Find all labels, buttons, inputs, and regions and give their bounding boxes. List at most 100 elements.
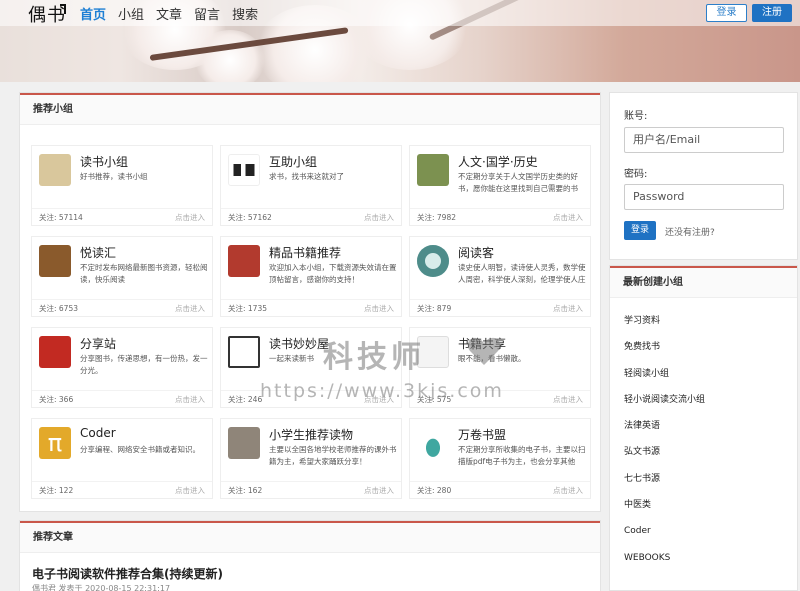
enter-group-link[interactable]: 点击进入	[553, 485, 583, 496]
group-card[interactable]: 书籍共享眼不能，看书懒散。关注: 575 点击进入	[409, 327, 591, 408]
group-name[interactable]: 读书妙妙屋	[269, 335, 329, 352]
group-card-footer: 关注: 7982 点击进入	[410, 208, 590, 225]
newest-group-link[interactable]: 免费找书	[610, 334, 797, 360]
newest-group-link[interactable]: 学习资料	[610, 308, 797, 334]
follower-count: 关注: 246	[228, 395, 263, 404]
account-label: 账号:	[624, 111, 648, 122]
login-panel: 账号: 用户名/Email 密码: Password 登录 还没有注册?	[609, 92, 798, 260]
group-description: 不定期分享所收集的电子书，主要以扫描版pdf电子书为主，也会分享其他	[458, 445, 586, 466]
group-card-footer: 关注: 366 点击进入	[32, 390, 212, 407]
newest-groups-panel: 最新创建小组 学习资料 免费找书 轻阅读小组 轻小说阅读交流小组 法律英语 弘文书源 七七书…	[609, 265, 798, 591]
panel-title: 推荐文章	[20, 521, 600, 553]
nav-articles[interactable]: 文章	[156, 4, 182, 23]
newest-group-link[interactable]: WEBOOKS	[610, 545, 797, 571]
article-title-link[interactable]: 电子书阅读软件推荐合集(持续更新)	[32, 565, 223, 582]
group-name[interactable]: 万卷书盟	[458, 426, 506, 443]
follower-count: 关注: 57162	[228, 213, 272, 222]
group-name[interactable]: 精品书籍推荐	[269, 244, 341, 261]
group-card[interactable]: 万卷书盟不定期分享所收集的电子书，主要以扫描版pdf电子书为主，也会分享其他关注…	[409, 418, 591, 499]
panel-title: 推荐小组	[20, 93, 600, 125]
enter-group-link[interactable]: 点击进入	[364, 485, 394, 496]
group-card-footer: 关注: 575 点击进入	[410, 390, 590, 407]
newest-group-link[interactable]: 轻小说阅读交流小组	[610, 387, 797, 413]
group-card[interactable]: π Coder 分享编程、网络安全书籍或者知识。 关注: 122 点击进入	[31, 418, 213, 499]
group-description: 不定时发布网络最新图书资源，轻松阅读，快乐阅读	[80, 263, 208, 284]
newest-group-link[interactable]: 弘文书源	[610, 439, 797, 465]
group-card[interactable]: 读书妙妙屋一起来读新书关注: 246 点击进入	[220, 327, 402, 408]
nav-groups[interactable]: 小组	[118, 4, 144, 23]
enter-group-link[interactable]: 点击进入	[364, 303, 394, 314]
group-name[interactable]: 悦读汇	[80, 244, 116, 261]
account-input[interactable]: 用户名/Email	[624, 127, 784, 153]
follower-count: 关注: 879	[417, 304, 452, 313]
group-name[interactable]: Coder	[80, 426, 116, 440]
logo-bracket-icon	[60, 4, 66, 14]
group-description: 眼不能，看书懒散。	[458, 354, 526, 363]
newest-group-link[interactable]: 法律英语	[610, 413, 797, 439]
enter-group-link[interactable]: 点击进入	[553, 303, 583, 314]
group-card[interactable]: 悦读汇不定时发布网络最新图书资源，轻松阅读，快乐阅读关注: 6753 点击进入	[31, 236, 213, 317]
register-button[interactable]: 注册	[752, 4, 792, 22]
group-card-footer: 关注: 162 点击进入	[221, 481, 401, 498]
house-icon	[228, 336, 260, 368]
group-name[interactable]: 分享站	[80, 335, 116, 352]
enter-group-link[interactable]: 点击进入	[553, 394, 583, 405]
group-description: 不定期分享关于人文国学历史类的好书，愿你能在这里找到自己需要的书	[458, 172, 578, 193]
password-label: 密码:	[624, 169, 648, 180]
nav-messages[interactable]: 留言	[194, 4, 220, 23]
calligraphy-icon	[39, 336, 71, 368]
group-card-footer: 关注: 57162 点击进入	[221, 208, 401, 225]
share-icon	[417, 336, 449, 368]
password-input[interactable]: Password	[624, 184, 784, 210]
group-card[interactable]: 精品书籍推荐 欢迎加入本小组，下载资源失效请在置顶帖留言，感谢你的支持！ 关注: 1…	[220, 236, 402, 317]
login-submit-button[interactable]: 登录	[624, 221, 656, 240]
follower-count: 关注: 366	[39, 395, 74, 404]
enter-group-link[interactable]: 点击进入	[175, 303, 205, 314]
group-card[interactable]: 人文·国学·历史不定期分享关于人文国学历史类的好书，愿你能在这里找到自己需要的书…	[409, 145, 591, 226]
newest-group-link[interactable]: 轻阅读小组	[610, 361, 797, 387]
follower-count: 关注: 7982	[417, 213, 456, 222]
group-description: 主要以全国各地学校老师推荐的课外书籍为主，希望大家踊跃分享！	[269, 445, 397, 466]
group-name[interactable]: 书籍共享	[458, 335, 506, 352]
enter-group-link[interactable]: 点击进入	[364, 394, 394, 405]
follower-count: 关注: 280	[417, 486, 452, 495]
nav-search[interactable]: 搜索	[232, 4, 258, 23]
newest-group-link[interactable]: 中医类	[610, 492, 797, 518]
register-link[interactable]: 还没有注册?	[665, 225, 715, 238]
group-description: 好书推荐，读书小组	[80, 172, 148, 181]
blossom-decoration	[195, 30, 265, 82]
enter-group-link[interactable]: 点击进入	[553, 212, 583, 223]
group-name[interactable]: 读书小组	[80, 153, 128, 170]
group-name[interactable]: 互助小组	[269, 153, 317, 170]
enter-group-link[interactable]: 点击进入	[364, 212, 394, 223]
group-card[interactable]: 读书小组好书推荐，读书小组关注: 57114 点击进入	[31, 145, 213, 226]
pi-icon: π	[39, 427, 71, 459]
newest-group-link[interactable]: 七七书源	[610, 466, 797, 492]
group-name[interactable]: 阅读客	[458, 244, 494, 261]
group-name[interactable]: 小学生推荐读物	[269, 426, 353, 443]
recommended-articles-panel: 推荐文章 电子书阅读软件推荐合集(持续更新) 偶书君 发表于 2020-08-1…	[19, 520, 601, 591]
newest-group-link[interactable]: Coder	[610, 518, 797, 544]
enter-group-link[interactable]: 点击进入	[175, 485, 205, 496]
header-banner: 偶书 首页 小组 文章 留言 搜索 登录 注册	[0, 0, 800, 82]
group-description: 一起来读新书	[269, 354, 314, 363]
group-card-footer: 关注: 879 点击进入	[410, 299, 590, 316]
group-card[interactable]: 阅读客读史使人明智，读诗使人灵秀，数学使人周密，科学使人深刻，伦理学使人庄重关注…	[409, 236, 591, 317]
group-description: 读史使人明智，读诗使人灵秀，数学使人周密，科学使人深刻，伦理学使人庄重	[458, 263, 586, 284]
group-name[interactable]: 人文·国学·历史	[458, 153, 538, 170]
jade-boat-icon	[417, 427, 449, 459]
group-card-footer: 关注: 57114 点击进入	[32, 208, 212, 225]
group-card[interactable]: 分享站 分享图书，传递思想，有一份热，发一分光。 关注: 366 点击进入	[31, 327, 213, 408]
open-book-icon	[39, 245, 71, 277]
enter-group-link[interactable]: 点击进入	[175, 394, 205, 405]
enter-group-link[interactable]: 点击进入	[175, 212, 205, 223]
book-open-icon	[39, 154, 71, 186]
login-button[interactable]: 登录	[706, 4, 747, 22]
seal-icon	[228, 245, 260, 277]
group-card[interactable]: 小学生推荐读物主要以全国各地学校老师推荐的课外书籍为主，希望大家踊跃分享！ 关注:…	[220, 418, 402, 499]
nav-home[interactable]: 首页	[80, 4, 106, 23]
follower-count: 关注: 6753	[39, 304, 78, 313]
bronze-ding-icon	[417, 154, 449, 186]
panel-title: 最新创建小组	[610, 266, 797, 298]
group-card[interactable]: 互助小组 求书，找书来这就对了 关注: 57162 点击进入	[220, 145, 402, 226]
